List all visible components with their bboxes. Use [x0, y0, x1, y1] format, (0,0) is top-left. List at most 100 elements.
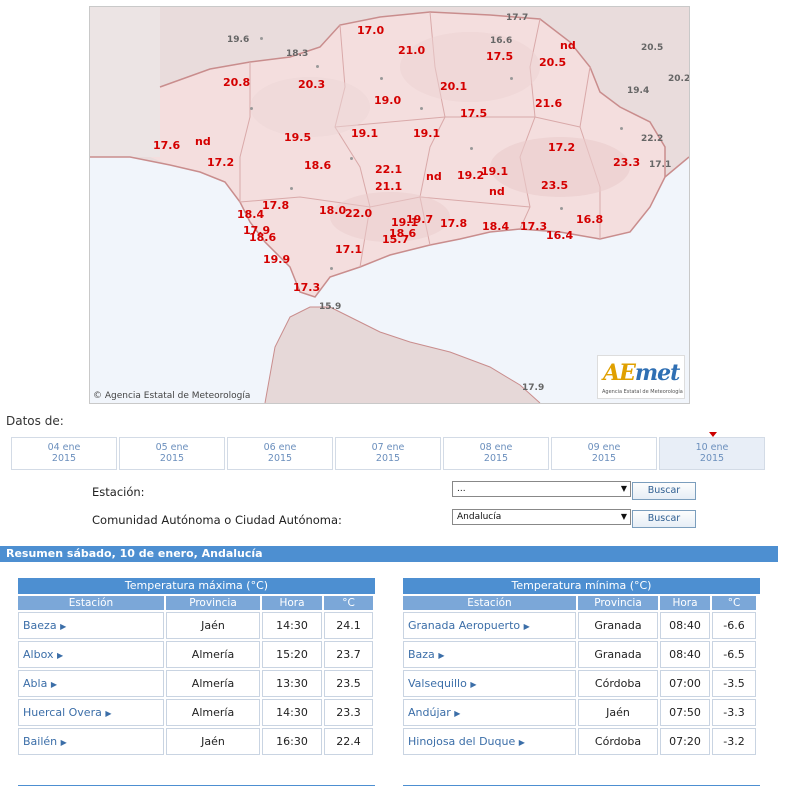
map-temperature-value: 17.8	[440, 217, 468, 230]
province-cell: Jaén	[166, 728, 260, 755]
station-label: Estación:	[92, 485, 145, 499]
station-link[interactable]: Baeza ▶	[18, 612, 164, 639]
date-tab[interactable]: 07 ene 2015	[335, 437, 441, 470]
map-station-value: 15.9	[319, 302, 342, 312]
station-dot[interactable]	[316, 65, 319, 68]
temp-cell: -3.2	[712, 728, 756, 755]
time-cell: 08:40	[660, 612, 710, 639]
time-cell: 13:30	[262, 670, 322, 697]
table-row: Abla ▶ Almería 13:30 23.5	[18, 670, 375, 697]
station-dot[interactable]	[470, 147, 473, 150]
map-temperature-value: 20.3	[298, 78, 326, 91]
map-temperature-value: 21.1	[375, 180, 403, 193]
province-cell: Almería	[166, 641, 260, 668]
station-dot[interactable]	[380, 77, 383, 80]
table-row: Hinojosa del Duque ▶ Córdoba 07:20 -3.2	[403, 728, 760, 755]
temp-cell: -6.5	[712, 641, 756, 668]
station-link[interactable]: Granada Aeropuerto ▶	[403, 612, 576, 639]
table-row: Andújar ▶ Jaén 07:50 -3.3	[403, 699, 760, 726]
time-cell: 14:30	[262, 612, 322, 639]
table-row: Bailén ▶ Jaén 16:30 22.4	[18, 728, 375, 755]
map-temperature-value: 22.1	[375, 163, 403, 176]
date-tab[interactable]: 05 ene 2015	[119, 437, 225, 470]
station-link[interactable]: Bailén ▶	[18, 728, 164, 755]
column-header: Estación	[403, 596, 576, 610]
station-dot[interactable]	[350, 157, 353, 160]
map-temperature-value: 23.3	[613, 156, 641, 169]
province-cell: Córdoba	[578, 728, 658, 755]
community-search-button[interactable]: Buscar	[632, 510, 696, 528]
map-temperature-value: 19.5	[284, 131, 312, 144]
selected-marker-icon	[709, 432, 717, 437]
date-tab[interactable]: 09 ene 2015	[551, 437, 657, 470]
map-temperature-value: 16.8	[576, 213, 604, 226]
max-temperature-table: Temperatura máxima (°C) Estación Provinc…	[18, 578, 375, 786]
temp-cell: 23.3	[324, 699, 373, 726]
date-tab[interactable]: 08 ene 2015	[443, 437, 549, 470]
column-header: Hora	[262, 596, 322, 610]
station-select[interactable]: ... ▼	[452, 481, 631, 497]
map-temperature-value: nd	[426, 170, 442, 183]
map-temperature-value: 21.0	[398, 44, 426, 57]
station-link[interactable]: Andújar ▶	[403, 699, 576, 726]
column-header: Estación	[18, 596, 164, 610]
station-link[interactable]: Valsequillo ▶	[403, 670, 576, 697]
map-temperature-value: 19.1	[351, 127, 379, 140]
station-dot[interactable]	[420, 107, 423, 110]
map-station-value: 17.7	[506, 13, 529, 23]
map-station-value: 20.5	[641, 43, 664, 53]
table-row: Huercal Overa ▶ Almería 14:30 23.3	[18, 699, 375, 726]
date-tab[interactable]: 04 ene 2015	[11, 437, 117, 470]
map-temperature-value: 17.6	[153, 139, 181, 152]
datos-label: Datos de:	[6, 414, 64, 428]
map-temperature-value: nd	[560, 39, 576, 52]
station-dot[interactable]	[250, 107, 253, 110]
temp-cell: 23.7	[324, 641, 373, 668]
station-link[interactable]: Baza ▶	[403, 641, 576, 668]
date-tab[interactable]: 06 ene 2015	[227, 437, 333, 470]
date-tab-active[interactable]: 10 ene 2015	[659, 432, 765, 470]
min-temperature-table: Temperatura mínima (°C) Estación Provinc…	[403, 578, 760, 786]
province-cell: Jaén	[166, 612, 260, 639]
table-row: Granada Aeropuerto ▶ Granada 08:40 -6.6	[403, 612, 760, 639]
map-temperature-value: 19.9	[263, 253, 291, 266]
station-dot[interactable]	[330, 267, 333, 270]
province-cell: Jaén	[578, 699, 658, 726]
table-row: Valsequillo ▶ Córdoba 07:00 -3.5	[403, 670, 760, 697]
map-temperature-value: 20.5	[539, 56, 567, 69]
time-cell: 07:50	[660, 699, 710, 726]
map-temperature-value: 19.1	[481, 165, 509, 178]
map-temperature-value: 20.1	[440, 80, 468, 93]
station-dot[interactable]	[290, 187, 293, 190]
map-temperature-value: 18.4	[482, 220, 510, 233]
map-station-value: 17.9	[522, 383, 545, 393]
station-link[interactable]: Abla ▶	[18, 670, 164, 697]
map-station-value: 16.6	[490, 36, 513, 46]
community-select[interactable]: Andalucía ▼	[452, 509, 631, 525]
summary-title: Resumen sábado, 10 de enero, Andalucía	[0, 546, 778, 562]
station-link[interactable]: Huercal Overa ▶	[18, 699, 164, 726]
station-search-button[interactable]: Buscar	[632, 482, 696, 500]
station-dot[interactable]	[260, 37, 263, 40]
temperature-map[interactable]: 17.0 21.0 17.5 nd 20.5 20.8 20.3 20.1 19…	[89, 6, 690, 404]
map-temperature-value: 19.7	[406, 213, 434, 226]
map-temperature-value: 22.0	[345, 207, 373, 220]
station-dot[interactable]	[620, 127, 623, 130]
province-cell: Granada	[578, 612, 658, 639]
temp-cell: -3.3	[712, 699, 756, 726]
station-dot[interactable]	[560, 207, 563, 210]
time-cell: 14:30	[262, 699, 322, 726]
map-station-value: 20.2	[668, 74, 690, 84]
map-temperature-value: 20.8	[223, 76, 251, 89]
station-dot[interactable]	[510, 77, 513, 80]
time-cell: 07:00	[660, 670, 710, 697]
station-link[interactable]: Albox ▶	[18, 641, 164, 668]
table-row: Albox ▶ Almería 15:20 23.7	[18, 641, 375, 668]
station-link[interactable]: Hinojosa del Duque ▶	[403, 728, 576, 755]
time-cell: 15:20	[262, 641, 322, 668]
aemet-logo: AEmet Agencia Estatal de Meteorología	[597, 355, 685, 399]
temp-cell: 23.5	[324, 670, 373, 697]
map-temperature-value: 19.0	[374, 94, 402, 107]
community-label: Comunidad Autónoma o Ciudad Autónoma:	[92, 513, 342, 527]
map-station-value: 19.4	[627, 86, 650, 96]
